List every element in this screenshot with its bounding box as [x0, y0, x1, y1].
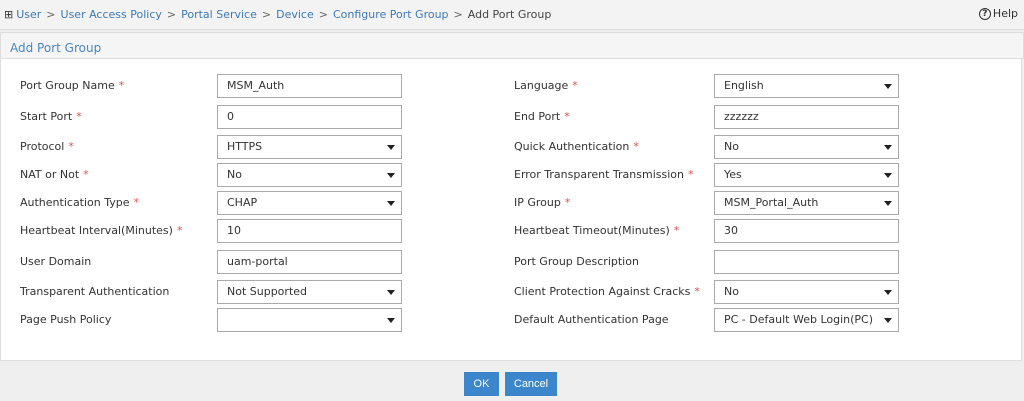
breadcrumb-configure-port-group[interactable]: Configure Port Group [333, 8, 449, 21]
required-marker: * [564, 110, 570, 123]
required-marker: * [133, 196, 140, 209]
protocol-select[interactable]: HTTPS [217, 135, 402, 159]
nat-or-not-select[interactable]: No [217, 163, 402, 187]
port-group-name-label: Port Group Name * [20, 79, 210, 92]
default-authentication-page-select[interactable]: PC - Default Web Login(PC) [714, 308, 899, 332]
section-title: Add Port Group [0, 32, 1024, 59]
label-text: Transparent Authentication [20, 285, 170, 298]
breadcrumb-current: Add Port Group [467, 8, 552, 21]
client-protection-against-cracks-label: Client Protection Against Cracks * [514, 285, 704, 298]
required-marker: * [83, 168, 89, 181]
required-marker: * [118, 79, 125, 92]
default-authentication-page-label: Default Authentication Page [514, 313, 704, 326]
authentication-type-label: Authentication Type * [20, 196, 210, 209]
heartbeat-timeout-minutes-input[interactable]: 30 [714, 219, 899, 243]
breadcrumb: ⊞ User > User Access Policy > Portal Servi… [0, 0, 1024, 30]
ip-group-select[interactable]: MSM_Portal_Auth [714, 191, 899, 215]
heartbeat-interval-minutes-input[interactable]: 10 [217, 219, 402, 243]
help-label: Help [992, 7, 1018, 20]
breadcrumb-portal-service[interactable]: Portal Service [181, 8, 257, 21]
required-marker: * [633, 140, 639, 153]
label-text: Quick Authentication [514, 140, 630, 153]
user-domain-input[interactable]: uam-portal [217, 250, 402, 274]
label-text: Default Authentication Page [514, 313, 669, 326]
quick-authentication-label: Quick Authentication * [514, 140, 704, 153]
end-port-input[interactable]: zzzzzz [714, 105, 899, 129]
start-port-input[interactable]: 0 [217, 105, 402, 129]
port-group-description-label: Port Group Description [514, 255, 704, 268]
page-push-policy-select[interactable] [217, 308, 402, 332]
separator: > [261, 8, 272, 21]
required-marker: * [76, 110, 82, 123]
label-text: Heartbeat Interval(Minutes) [20, 224, 173, 237]
separator: > [166, 8, 177, 21]
ok-button[interactable]: OK [464, 372, 499, 396]
label-text: Protocol [20, 140, 65, 153]
required-marker: * [564, 196, 571, 209]
label-text: Heartbeat Timeout(Minutes) [514, 224, 670, 237]
label-text: IP Group [514, 196, 561, 209]
protocol-label: Protocol * [20, 140, 210, 153]
separator: > [46, 8, 56, 21]
ip-group-label: IP Group * [514, 196, 704, 209]
language-label: Language * [514, 79, 704, 92]
transparent-authentication-select[interactable]: Not Supported [217, 280, 402, 304]
label-text: Page Push Policy [20, 313, 112, 326]
label-text: Start Port [20, 110, 73, 123]
label-text: Port Group Description [514, 255, 639, 268]
label-text: User Domain [20, 255, 92, 268]
label-text: Language [514, 79, 569, 92]
quick-authentication-select[interactable]: No [714, 135, 899, 159]
separator: > [318, 8, 328, 21]
breadcrumb-user-access-policy[interactable]: User Access Policy [61, 8, 162, 21]
language-select[interactable]: English [714, 74, 899, 98]
client-protection-against-cracks-select[interactable]: No [714, 280, 899, 304]
help-icon: ? [978, 7, 991, 20]
required-marker: * [68, 140, 74, 153]
cancel-button[interactable]: Cancel [505, 372, 557, 396]
port-group-description-input[interactable] [714, 250, 899, 274]
breadcrumb-device[interactable]: Device [276, 8, 314, 21]
authentication-type-select[interactable]: CHAP [217, 191, 402, 215]
transparent-authentication-label: Transparent Authentication [20, 285, 210, 298]
label-text: NAT or Not [20, 168, 80, 181]
portal-icon: ⊞ [4, 8, 14, 21]
error-transparent-transmission-label: Error Transparent Transmission * [514, 168, 704, 181]
error-transparent-transmission-select[interactable]: Yes [714, 163, 899, 187]
label-text: Authentication Type [20, 196, 130, 209]
port-group-name-input[interactable]: MSM_Auth [217, 74, 402, 98]
label-text: Port Group Name [20, 79, 115, 92]
separator: > [453, 8, 463, 21]
breadcrumb-user[interactable]: User [16, 8, 41, 21]
required-marker: * [572, 79, 578, 92]
nat-or-not-label: NAT or Not * [20, 168, 210, 181]
label-text: End Port [514, 110, 561, 123]
heartbeat-interval-minutes-label: Heartbeat Interval(Minutes) * [20, 224, 210, 237]
required-marker: * [688, 168, 694, 181]
help-link[interactable]: ? Help [978, 7, 1018, 20]
start-port-label: Start Port * [20, 110, 210, 123]
heartbeat-timeout-minutes-label: Heartbeat Timeout(Minutes) * [514, 224, 704, 237]
end-port-label: End Port * [514, 110, 704, 123]
label-text: Client Protection Against Cracks [514, 285, 691, 298]
label-text: Error Transparent Transmission [514, 168, 684, 181]
required-marker: * [673, 224, 680, 237]
required-marker: * [176, 224, 183, 237]
page-push-policy-label: Page Push Policy [20, 313, 210, 326]
user-domain-label: User Domain [20, 255, 210, 268]
required-marker: * [694, 285, 700, 298]
